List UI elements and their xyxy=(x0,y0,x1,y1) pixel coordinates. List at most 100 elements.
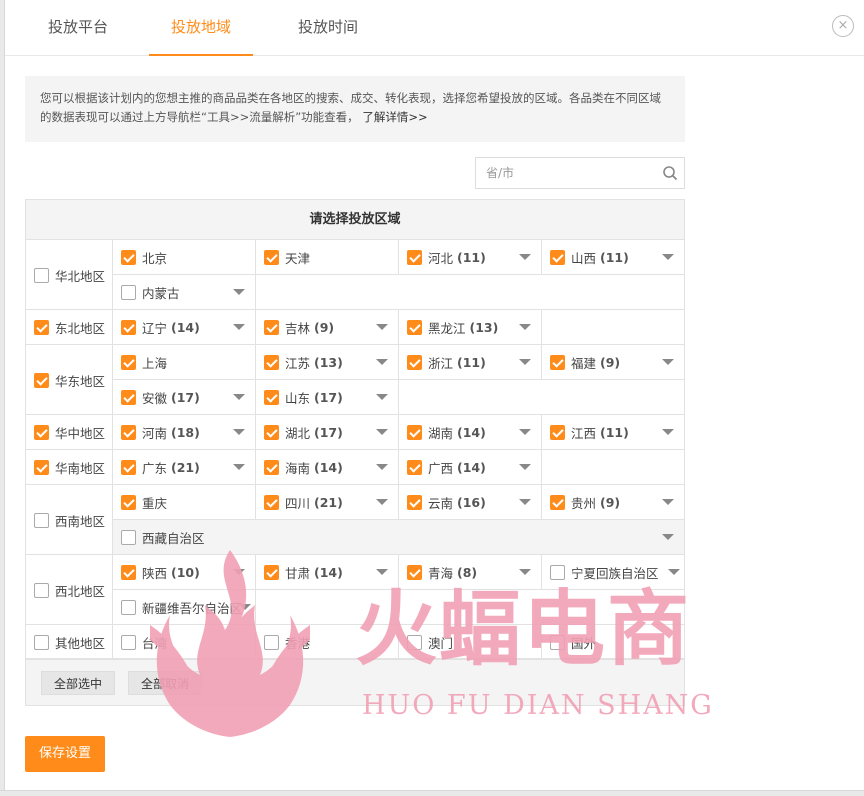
province-checkbox[interactable] xyxy=(550,564,565,580)
province-checkbox[interactable] xyxy=(121,284,136,300)
chevron-down-icon[interactable] xyxy=(233,289,245,295)
province-cell[interactable]: 贵州 (9) xyxy=(542,485,684,520)
province-cell[interactable]: 湖南 (14) xyxy=(399,415,542,450)
chevron-down-icon[interactable] xyxy=(233,429,245,435)
province-cell[interactable]: 山西 (11) xyxy=(542,240,684,275)
province-checkbox[interactable] xyxy=(407,634,422,650)
province-cell[interactable]: 上海 xyxy=(113,345,256,380)
province-cell[interactable]: 天津 xyxy=(256,240,399,275)
chevron-down-icon[interactable] xyxy=(233,464,245,470)
province-checkbox[interactable] xyxy=(121,319,136,335)
chevron-down-icon[interactable] xyxy=(376,569,388,575)
province-checkbox[interactable] xyxy=(121,459,136,475)
province-cell[interactable]: 澳门 xyxy=(399,625,542,660)
chevron-down-icon[interactable] xyxy=(519,324,531,330)
chevron-down-icon[interactable] xyxy=(662,534,674,540)
province-cell[interactable]: 北京 xyxy=(113,240,256,275)
region-checkbox[interactable] xyxy=(34,320,49,335)
province-cell[interactable]: 山东 (17) xyxy=(256,380,399,415)
province-checkbox[interactable] xyxy=(550,354,565,370)
province-cell[interactable]: 河北 (11) xyxy=(399,240,542,275)
province-cell[interactable]: 河南 (18) xyxy=(113,415,256,450)
province-cell[interactable]: 宁夏回族自治区 xyxy=(542,555,684,590)
chevron-down-icon[interactable] xyxy=(376,394,388,400)
chevron-down-icon[interactable] xyxy=(376,429,388,435)
chevron-down-icon[interactable] xyxy=(519,569,531,575)
region-label[interactable]: 华东地区 xyxy=(26,345,113,415)
province-checkbox[interactable] xyxy=(264,459,279,475)
chevron-down-icon[interactable] xyxy=(233,569,245,575)
province-checkbox[interactable] xyxy=(407,459,422,475)
province-checkbox[interactable] xyxy=(264,424,279,440)
chevron-down-icon[interactable] xyxy=(668,569,680,575)
province-checkbox[interactable] xyxy=(121,529,136,545)
province-checkbox[interactable] xyxy=(121,494,136,510)
province-checkbox[interactable] xyxy=(550,634,565,650)
chevron-down-icon[interactable] xyxy=(519,359,531,365)
province-checkbox[interactable] xyxy=(264,389,279,405)
province-checkbox[interactable] xyxy=(264,564,279,580)
province-checkbox[interactable] xyxy=(264,249,279,265)
province-checkbox[interactable] xyxy=(407,319,422,335)
province-cell[interactable]: 黑龙江 (13) xyxy=(399,310,542,345)
chevron-down-icon[interactable] xyxy=(376,464,388,470)
province-cell[interactable]: 湖北 (17) xyxy=(256,415,399,450)
chevron-down-icon[interactable] xyxy=(662,499,674,505)
province-checkbox[interactable] xyxy=(264,354,279,370)
close-icon[interactable]: × xyxy=(832,15,854,37)
province-checkbox[interactable] xyxy=(121,599,136,615)
province-cell[interactable]: 内蒙古 xyxy=(113,275,256,310)
chevron-down-icon[interactable] xyxy=(376,499,388,505)
region-checkbox[interactable] xyxy=(34,372,49,388)
province-checkbox[interactable] xyxy=(550,424,565,440)
province-cell[interactable]: 浙江 (11) xyxy=(399,345,542,380)
region-checkbox[interactable] xyxy=(34,582,49,598)
region-checkbox[interactable] xyxy=(34,635,49,650)
province-checkbox[interactable] xyxy=(550,494,565,510)
region-label[interactable]: 华南地区 xyxy=(26,450,113,485)
region-checkbox[interactable] xyxy=(34,425,49,440)
details-link[interactable]: 了解详情>> xyxy=(362,110,427,124)
province-cell[interactable]: 甘肃 (14) xyxy=(256,555,399,590)
chevron-down-icon[interactable] xyxy=(662,254,674,260)
province-checkbox[interactable] xyxy=(407,249,422,265)
region-label[interactable]: 西南地区 xyxy=(26,485,113,555)
province-cell[interactable]: 江西 (11) xyxy=(542,415,684,450)
province-cell[interactable]: 吉林 (9) xyxy=(256,310,399,345)
chevron-down-icon[interactable] xyxy=(662,429,674,435)
chevron-down-icon[interactable] xyxy=(239,604,251,610)
province-cell[interactable]: 重庆 xyxy=(113,485,256,520)
province-cell[interactable]: 香港 xyxy=(256,625,399,660)
province-checkbox[interactable] xyxy=(407,424,422,440)
region-checkbox[interactable] xyxy=(34,460,49,475)
province-cell[interactable]: 云南 (16) xyxy=(399,485,542,520)
province-cell[interactable]: 陕西 (10) xyxy=(113,555,256,590)
province-checkbox[interactable] xyxy=(121,389,136,405)
tab-platform[interactable]: 投放平台 xyxy=(32,0,124,56)
province-checkbox[interactable] xyxy=(407,494,422,510)
chevron-down-icon[interactable] xyxy=(376,359,388,365)
province-cell[interactable]: 四川 (21) xyxy=(256,485,399,520)
chevron-down-icon[interactable] xyxy=(519,464,531,470)
region-label[interactable]: 东北地区 xyxy=(26,310,113,345)
province-checkbox[interactable] xyxy=(121,564,136,580)
province-cell[interactable]: 海南 (14) xyxy=(256,450,399,485)
chevron-down-icon[interactable] xyxy=(519,429,531,435)
province-checkbox[interactable] xyxy=(550,249,565,265)
province-cell[interactable]: 安徽 (17) xyxy=(113,380,256,415)
region-label[interactable]: 华北地区 xyxy=(26,240,113,310)
region-checkbox[interactable] xyxy=(34,267,49,283)
select-all-button[interactable]: 全部选中 xyxy=(41,671,116,695)
province-checkbox[interactable] xyxy=(407,564,422,580)
province-checkbox[interactable] xyxy=(264,634,279,650)
province-checkbox[interactable] xyxy=(264,319,279,335)
province-cell[interactable]: 江苏 (13) xyxy=(256,345,399,380)
search-icon[interactable] xyxy=(662,165,678,181)
chevron-down-icon[interactable] xyxy=(233,324,245,330)
deselect-all-button[interactable]: 全部取消 xyxy=(128,671,203,695)
province-cell[interactable]: 福建 (9) xyxy=(542,345,684,380)
province-cell[interactable]: 青海 (8) xyxy=(399,555,542,590)
chevron-down-icon[interactable] xyxy=(662,359,674,365)
province-cell[interactable]: 国外 xyxy=(542,625,684,660)
province-cell[interactable]: 广西 (14) xyxy=(399,450,542,485)
